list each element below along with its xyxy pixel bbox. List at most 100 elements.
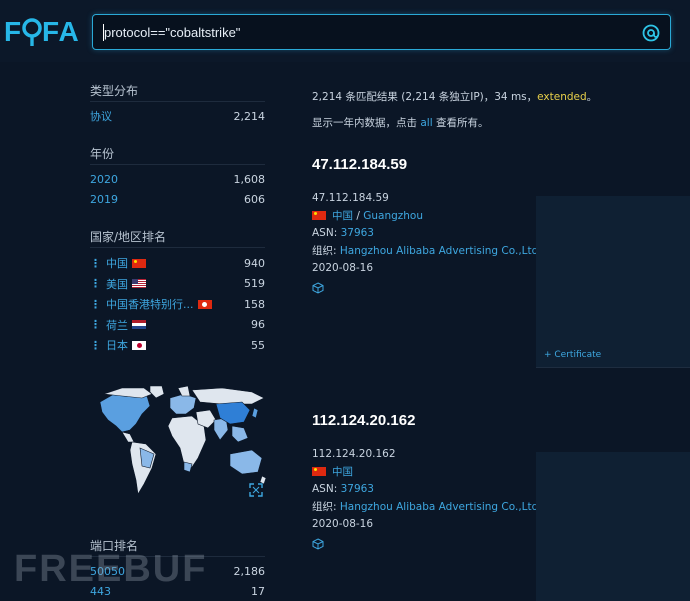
type-distribution-title: 类型分布 <box>90 80 265 102</box>
header-preview-panel <box>536 452 690 601</box>
map-scandinavia <box>177 385 191 397</box>
result-ip-link[interactable]: 47.112.184.59 <box>312 190 552 208</box>
port-count: 17 <box>251 585 265 598</box>
divider <box>536 367 690 368</box>
year-count: 1,608 <box>233 173 266 186</box>
us-flag-icon <box>132 279 146 289</box>
cube-icon[interactable] <box>312 281 324 294</box>
result-date: 2020-08-16 <box>312 518 374 530</box>
result-date: 2020-08-16 <box>312 262 374 274</box>
asn-label: ASN: <box>312 227 341 239</box>
result-title[interactable]: 47.112.184.59 <box>312 156 552 173</box>
org-label: 组织: <box>312 500 340 513</box>
map-russia <box>191 387 265 405</box>
country-name[interactable]: 中国香港特别行... <box>106 296 194 312</box>
country-row-jp[interactable]: ⋮ 日本 55 <box>90 335 265 356</box>
map-south-africa <box>183 461 193 473</box>
type-row[interactable]: 协议 2,214 <box>90 107 265 127</box>
port-count: 2,186 <box>233 565 266 578</box>
drag-handle-icon: ⋮ <box>90 297 101 311</box>
map-australia <box>229 449 263 475</box>
country-count: 96 <box>251 318 265 332</box>
fullscreen-icon[interactable] <box>249 483 263 497</box>
china-flag-icon <box>132 258 146 268</box>
country-name[interactable]: 荷兰 <box>106 317 128 333</box>
map-europe <box>169 393 197 415</box>
location-sep: / <box>353 209 364 222</box>
year-row-2020[interactable]: 2020 1,608 <box>90 170 265 190</box>
country-row-hk[interactable]: ⋮ 中国香港特别行... 158 <box>90 294 265 315</box>
result-location: 中国 <box>312 464 552 482</box>
map-central-america <box>121 431 135 443</box>
svg-text:F: F <box>4 16 22 47</box>
country-count: 940 <box>244 256 265 270</box>
type-label[interactable]: 协议 <box>90 107 112 127</box>
result-location: 中国 / Guangzhou <box>312 208 552 226</box>
org-label: 组织: <box>312 244 340 257</box>
drag-handle-icon: ⋮ <box>90 277 101 291</box>
show-prefix: 显示一年内数据，点击 <box>312 117 421 129</box>
result-org: 组织: Hangzhou Alibaba Advertising Co.,Ltd… <box>312 243 552 261</box>
search-at-icon[interactable] <box>641 23 661 43</box>
search-input[interactable]: protocol=="cobaltstrike" <box>104 25 240 40</box>
logo-svg: F FA <box>4 16 80 47</box>
show-all-link[interactable]: all <box>420 117 432 129</box>
map-greenland <box>149 385 165 399</box>
type-count: 2,214 <box>233 110 266 123</box>
year-count: 606 <box>244 193 265 206</box>
country-count: 519 <box>244 277 265 291</box>
asn-link[interactable]: 37963 <box>341 483 374 495</box>
sidebar: 类型分布 协议 2,214 年份 2020 1,608 2019 606 国家/… <box>90 80 265 356</box>
result-ip-link[interactable]: 112.124.20.162 <box>312 446 552 464</box>
map-southeast-asia <box>231 425 249 443</box>
show-suffix: 查看所有。 <box>432 117 489 129</box>
map-japan <box>251 407 259 419</box>
year-title: 年份 <box>90 143 265 165</box>
country-count: 158 <box>244 297 265 311</box>
country-name[interactable]: 中国 <box>106 255 128 271</box>
extended-link[interactable]: extended <box>537 91 587 103</box>
summary-text: 2,214 条匹配结果 (2,214 条独立IP)，34 ms， <box>312 91 538 103</box>
freebuf-watermark: FREEBUF <box>14 548 208 590</box>
country-link[interactable]: 中国 <box>332 210 353 222</box>
result-card: 112.124.20.162 112.124.20.162 中国 ASN: 37… <box>312 412 552 553</box>
world-map[interactable] <box>92 384 267 502</box>
asn-link[interactable]: 37963 <box>341 227 374 239</box>
china-flag-icon <box>312 211 326 220</box>
drag-handle-icon: ⋮ <box>90 318 101 332</box>
fofa-logo[interactable]: F FA <box>4 14 82 48</box>
org-link[interactable]: Hangzhou Alibaba Advertising Co.,Ltd. <box>340 501 542 513</box>
country-link[interactable]: 中国 <box>332 466 353 478</box>
hongkong-flag-icon <box>197 299 212 309</box>
country-row-us[interactable]: ⋮ 美国 519 <box>90 274 265 295</box>
country-ranking-title: 国家/地区排名 <box>90 226 265 248</box>
org-link[interactable]: Hangzhou Alibaba Advertising Co.,Ltd. <box>340 245 542 257</box>
netherlands-flag-icon <box>132 320 146 330</box>
asn-label: ASN: <box>312 483 341 495</box>
result-asn: ASN: 37963 <box>312 481 552 499</box>
country-row-nl[interactable]: ⋮ 荷兰 96 <box>90 315 265 336</box>
svg-text:FA: FA <box>42 16 80 47</box>
japan-flag-icon <box>132 340 146 350</box>
result-card: 47.112.184.59 47.112.184.59 中国 / Guangzh… <box>312 156 552 297</box>
show-all-line: 显示一年内数据，点击 all 查看所有。 <box>312 115 488 130</box>
china-flag-icon <box>312 467 326 476</box>
result-asn: ASN: 37963 <box>312 225 552 243</box>
result-title[interactable]: 112.124.20.162 <box>312 412 552 429</box>
summary-end: 。 <box>586 91 598 103</box>
result-summary: 2,214 条匹配结果 (2,214 条独立IP)，34 ms，extended… <box>312 89 597 104</box>
search-box[interactable]: protocol=="cobaltstrike" <box>92 14 671 50</box>
city-link[interactable]: Guangzhou <box>363 210 423 222</box>
drag-handle-icon: ⋮ <box>90 256 101 270</box>
certificate-toggle[interactable]: + Certificate <box>544 350 601 360</box>
country-row-cn[interactable]: ⋮ 中国 940 <box>90 253 265 274</box>
year-label[interactable]: 2020 <box>90 170 118 190</box>
cube-icon[interactable] <box>312 537 324 550</box>
drag-handle-icon: ⋮ <box>90 338 101 352</box>
year-row-2019[interactable]: 2019 606 <box>90 190 265 210</box>
country-name[interactable]: 日本 <box>106 337 128 353</box>
country-name[interactable]: 美国 <box>106 276 128 292</box>
header-preview-panel <box>536 196 690 367</box>
result-org: 组织: Hangzhou Alibaba Advertising Co.,Ltd… <box>312 499 552 517</box>
year-label[interactable]: 2019 <box>90 190 118 210</box>
